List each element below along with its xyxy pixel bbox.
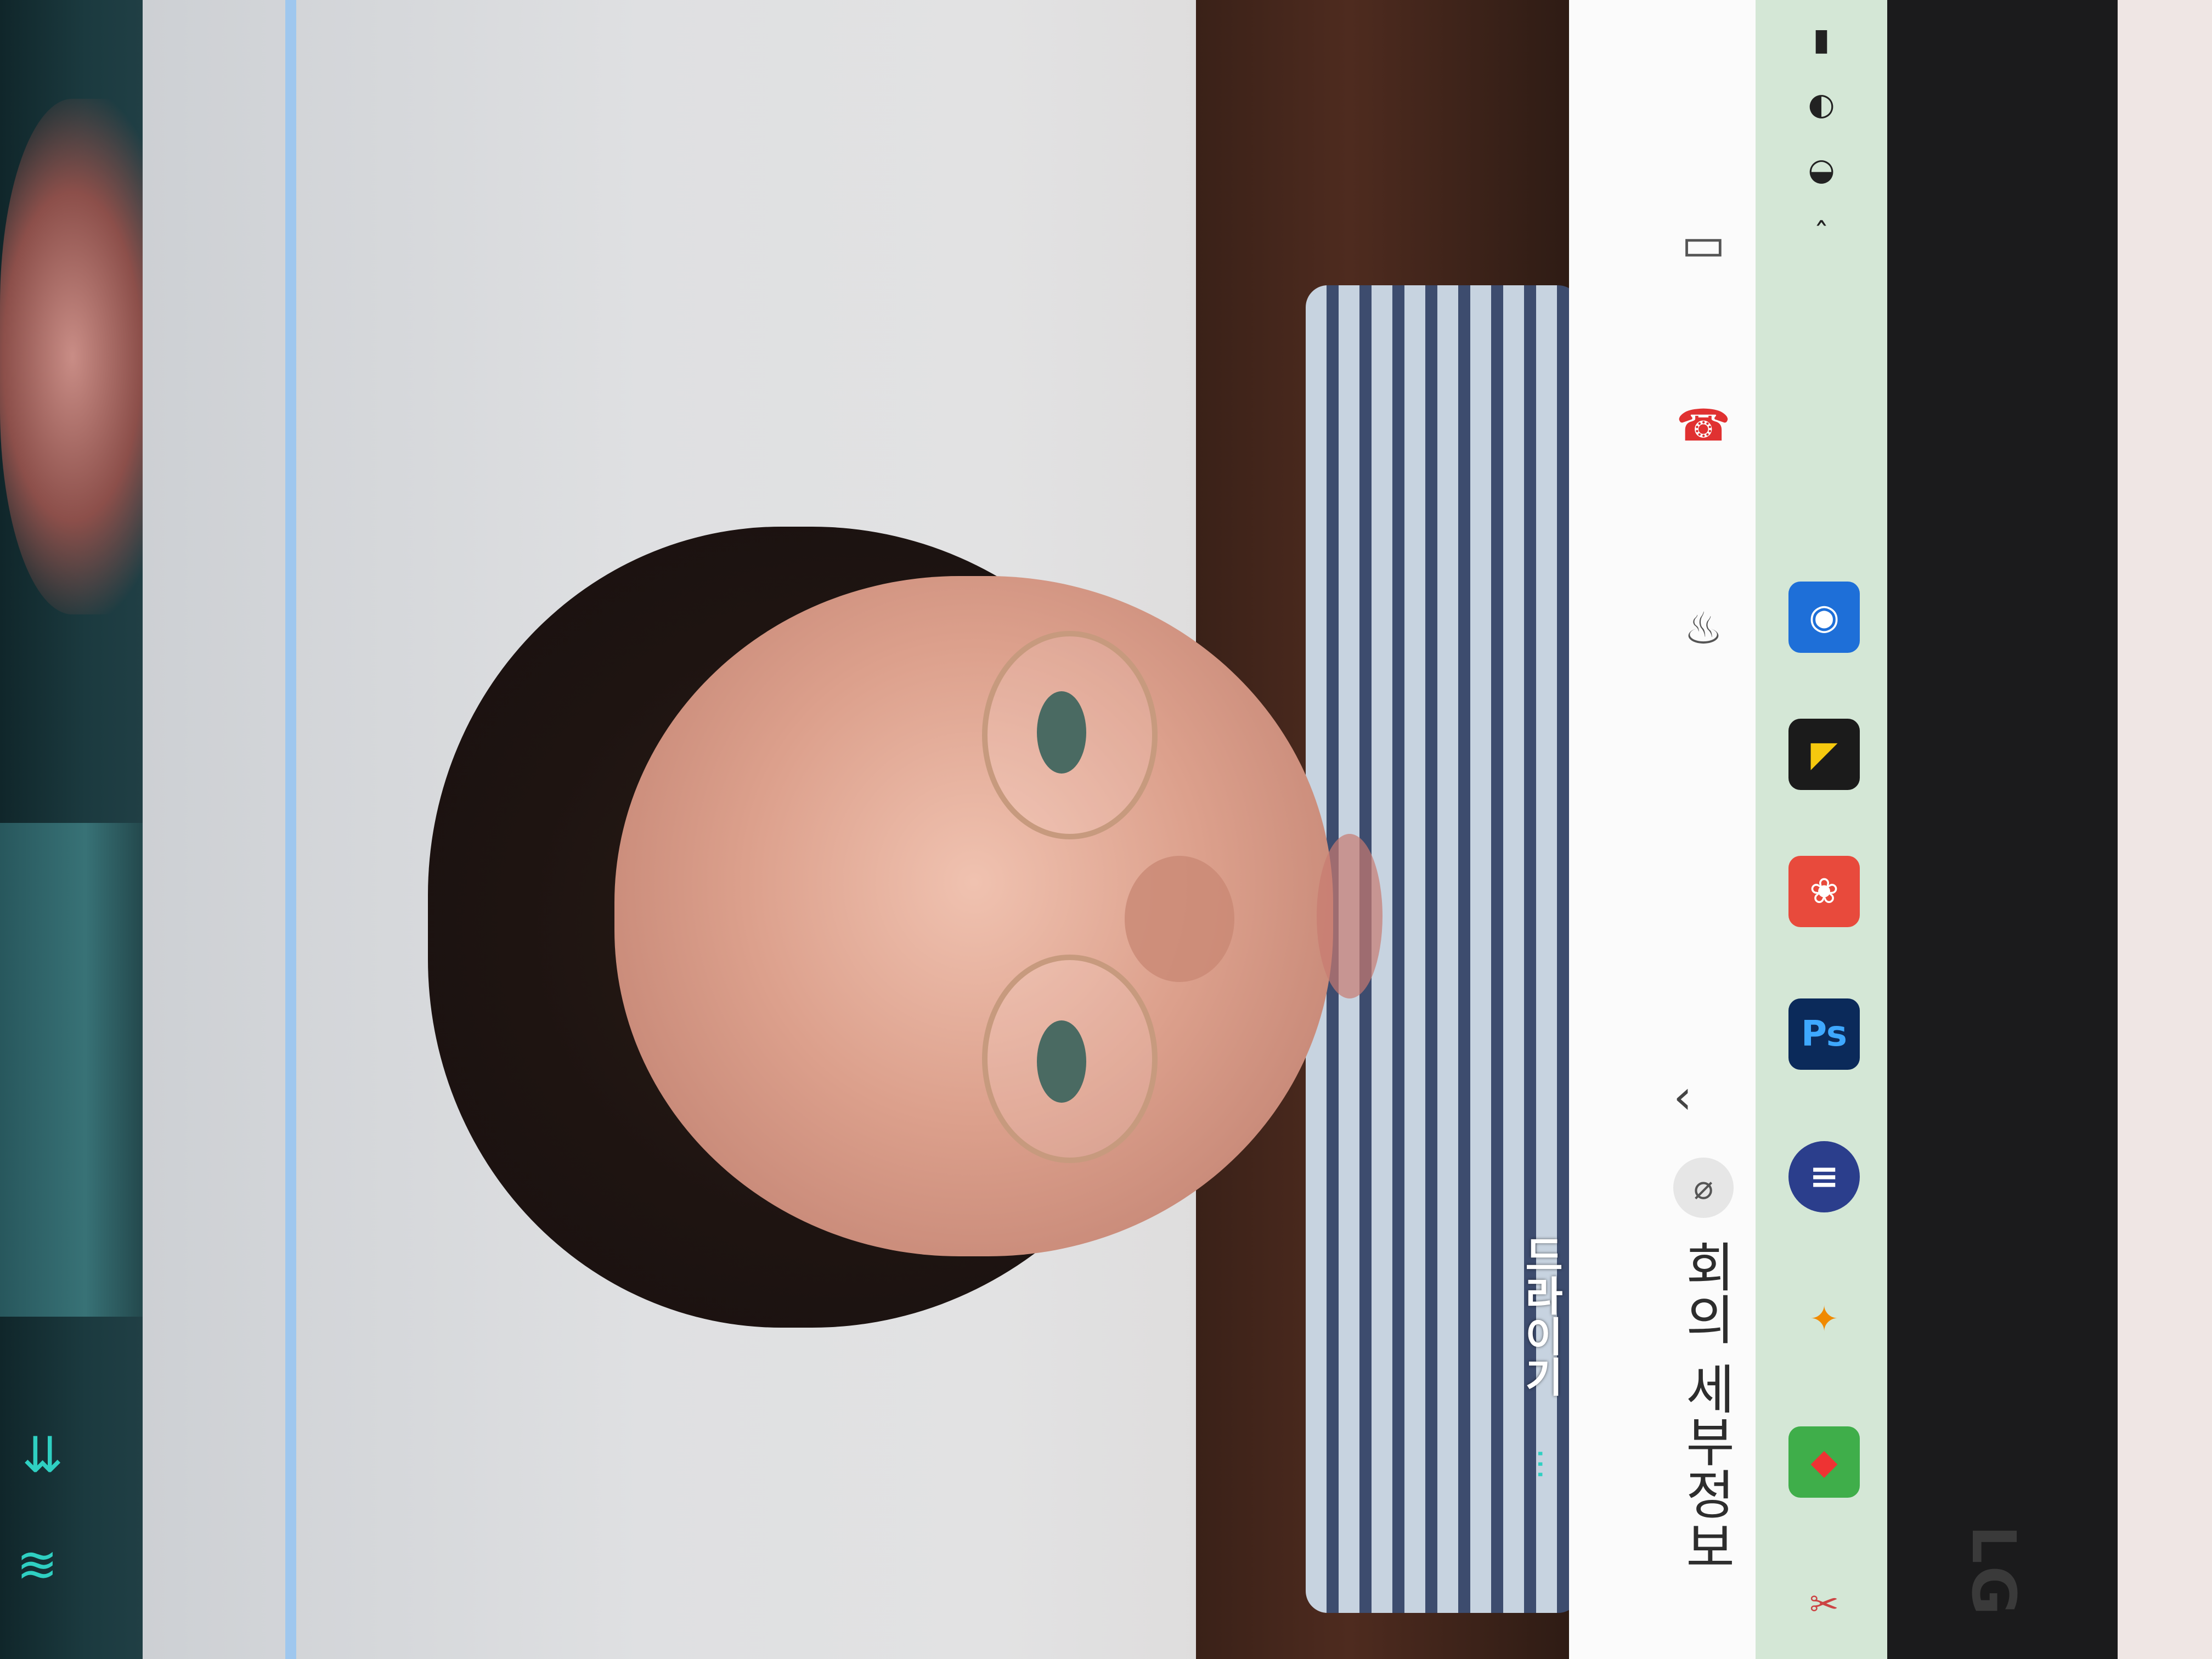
chevron-up-icon[interactable]: ˆ [1814, 217, 1829, 252]
app-icon-3[interactable]: ❀ [1788, 856, 1860, 927]
microphone-icon[interactable]: ♨ [1668, 592, 1739, 664]
audio-wave-icon: ≋ [16, 1536, 58, 1594]
monitor-bezel [1887, 0, 2118, 1659]
participant-body [0, 823, 143, 1317]
app-icon-2[interactable]: ◤ [1788, 719, 1860, 790]
meeting-details-button[interactable]: 회의 세부정보 [1668, 1240, 1744, 1573]
participant-nose [1125, 856, 1234, 982]
battery-icon[interactable]: ▮ [1813, 22, 1830, 58]
camera-icon[interactable]: ▭ [1657, 198, 1750, 291]
hang-up-icon[interactable]: ☎ [1662, 384, 1745, 466]
app-icon-6[interactable]: ✦ [1788, 1284, 1860, 1355]
wifi-icon[interactable]: ◐ [1808, 87, 1835, 122]
chevron-up-icon[interactable]: ‹ [1673, 1070, 1692, 1125]
pin-icon[interactable]: ⇊ [22, 1426, 63, 1484]
monitor-brand-logo: LG [1959, 1525, 2029, 1618]
app-icon-5[interactable]: ≡ [1788, 1141, 1860, 1212]
participant-name-label: 드라이기 [1517, 1234, 1564, 1397]
participant-eye [1037, 691, 1086, 774]
network-icon[interactable]: ◒ [1808, 152, 1835, 188]
photoshop-icon[interactable]: Ps [1788, 998, 1860, 1070]
system-tray[interactable]: ▮ ◐ ◒ ˆ [1788, 22, 1854, 252]
paperclip-icon[interactable]: ⌀ [1673, 1158, 1734, 1218]
participant-menu-dots[interactable]: ··· [1521, 1448, 1559, 1480]
app-icon-8[interactable]: ✂ [1788, 1569, 1860, 1640]
app-icon-1[interactable]: ◉ [1788, 582, 1860, 653]
app-icon-7[interactable]: ◆ [1788, 1426, 1860, 1498]
desk-surface [2118, 0, 2212, 1659]
participant-eye [1037, 1020, 1086, 1103]
participant-tile-secondary[interactable]: ⇊ ≋ [0, 0, 181, 1659]
participant-mouth [1317, 834, 1383, 998]
active-speaker-border [285, 0, 296, 1659]
